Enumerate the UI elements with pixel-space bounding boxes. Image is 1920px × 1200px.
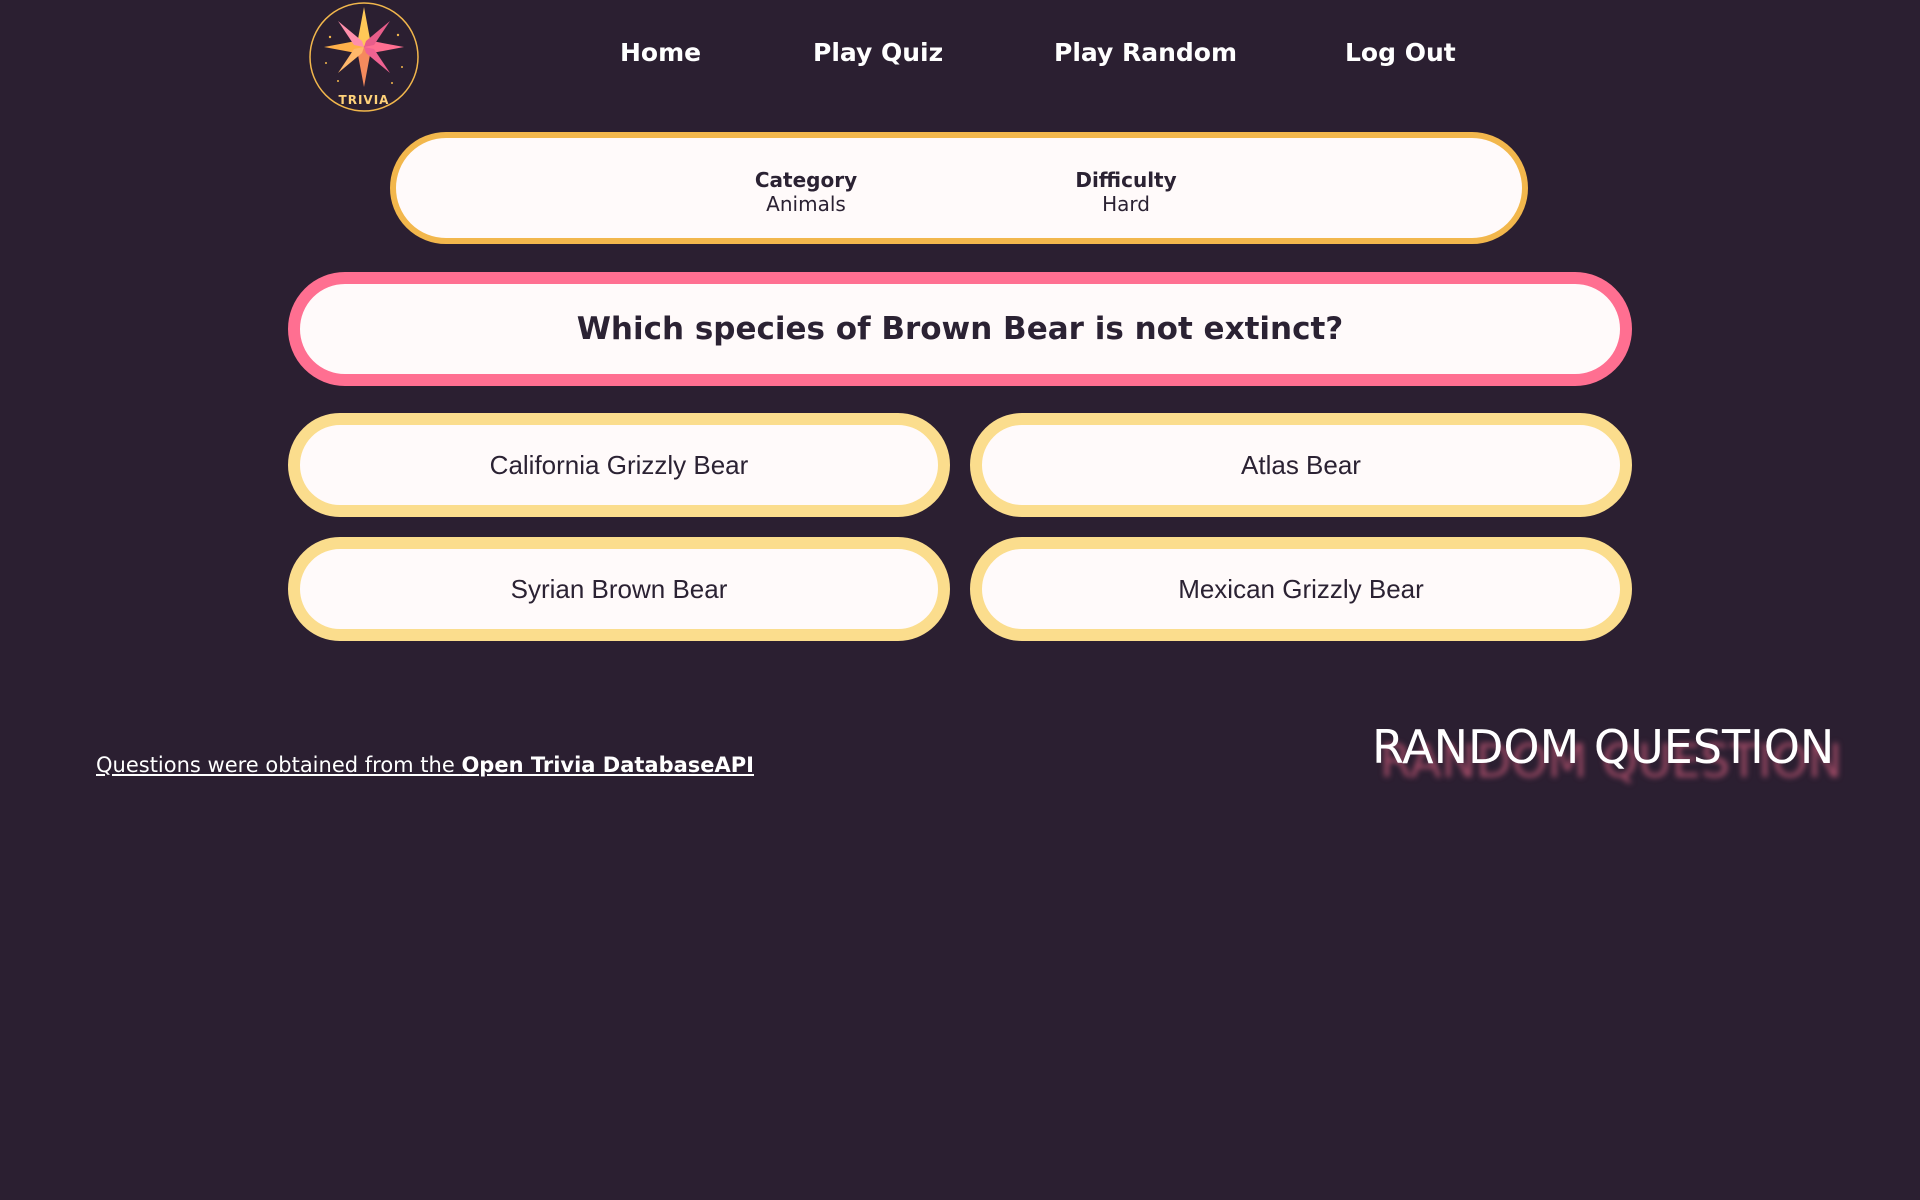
answer-option-3[interactable]: Syrian Brown Bear — [288, 537, 950, 641]
main-nav: Home Play Quiz Play Random Log Out — [0, 38, 1920, 76]
credit-prefix: Questions were obtained from the — [96, 753, 462, 777]
difficulty-label: Difficulty — [1075, 168, 1177, 192]
nav-play-random-link[interactable]: Play Random — [1054, 38, 1237, 67]
logo-text: TRIVIA — [339, 93, 390, 107]
page: TRIVIA Home Play Quiz Play Random Log Ou… — [0, 0, 1920, 1200]
category-info: Category Animals — [686, 168, 926, 216]
answer-option-1[interactable]: California Grizzly Bear — [288, 413, 950, 517]
difficulty-info: Difficulty Hard — [1006, 168, 1246, 216]
category-label: Category — [754, 168, 858, 192]
answer-option-4[interactable]: Mexican Grizzly Bear — [970, 537, 1632, 641]
question-text: Which species of Brown Bear is not extin… — [288, 272, 1632, 386]
question-info-bar: Category Animals Difficulty Hard — [390, 132, 1528, 244]
answer-option-2[interactable]: Atlas Bear — [970, 413, 1632, 517]
difficulty-value: Hard — [1102, 192, 1150, 216]
nav-home-link[interactable]: Home — [620, 38, 701, 67]
page-heading: RANDOM QUESTION — [1372, 720, 1835, 774]
credit-link-text: Open Trivia DatabaseAPI — [461, 753, 754, 777]
category-value: Animals — [766, 192, 846, 216]
nav-play-quiz-link[interactable]: Play Quiz — [813, 38, 943, 67]
nav-log-out-link[interactable]: Log Out — [1345, 38, 1456, 67]
api-credit-link[interactable]: Questions were obtained from the Open Tr… — [96, 753, 754, 777]
